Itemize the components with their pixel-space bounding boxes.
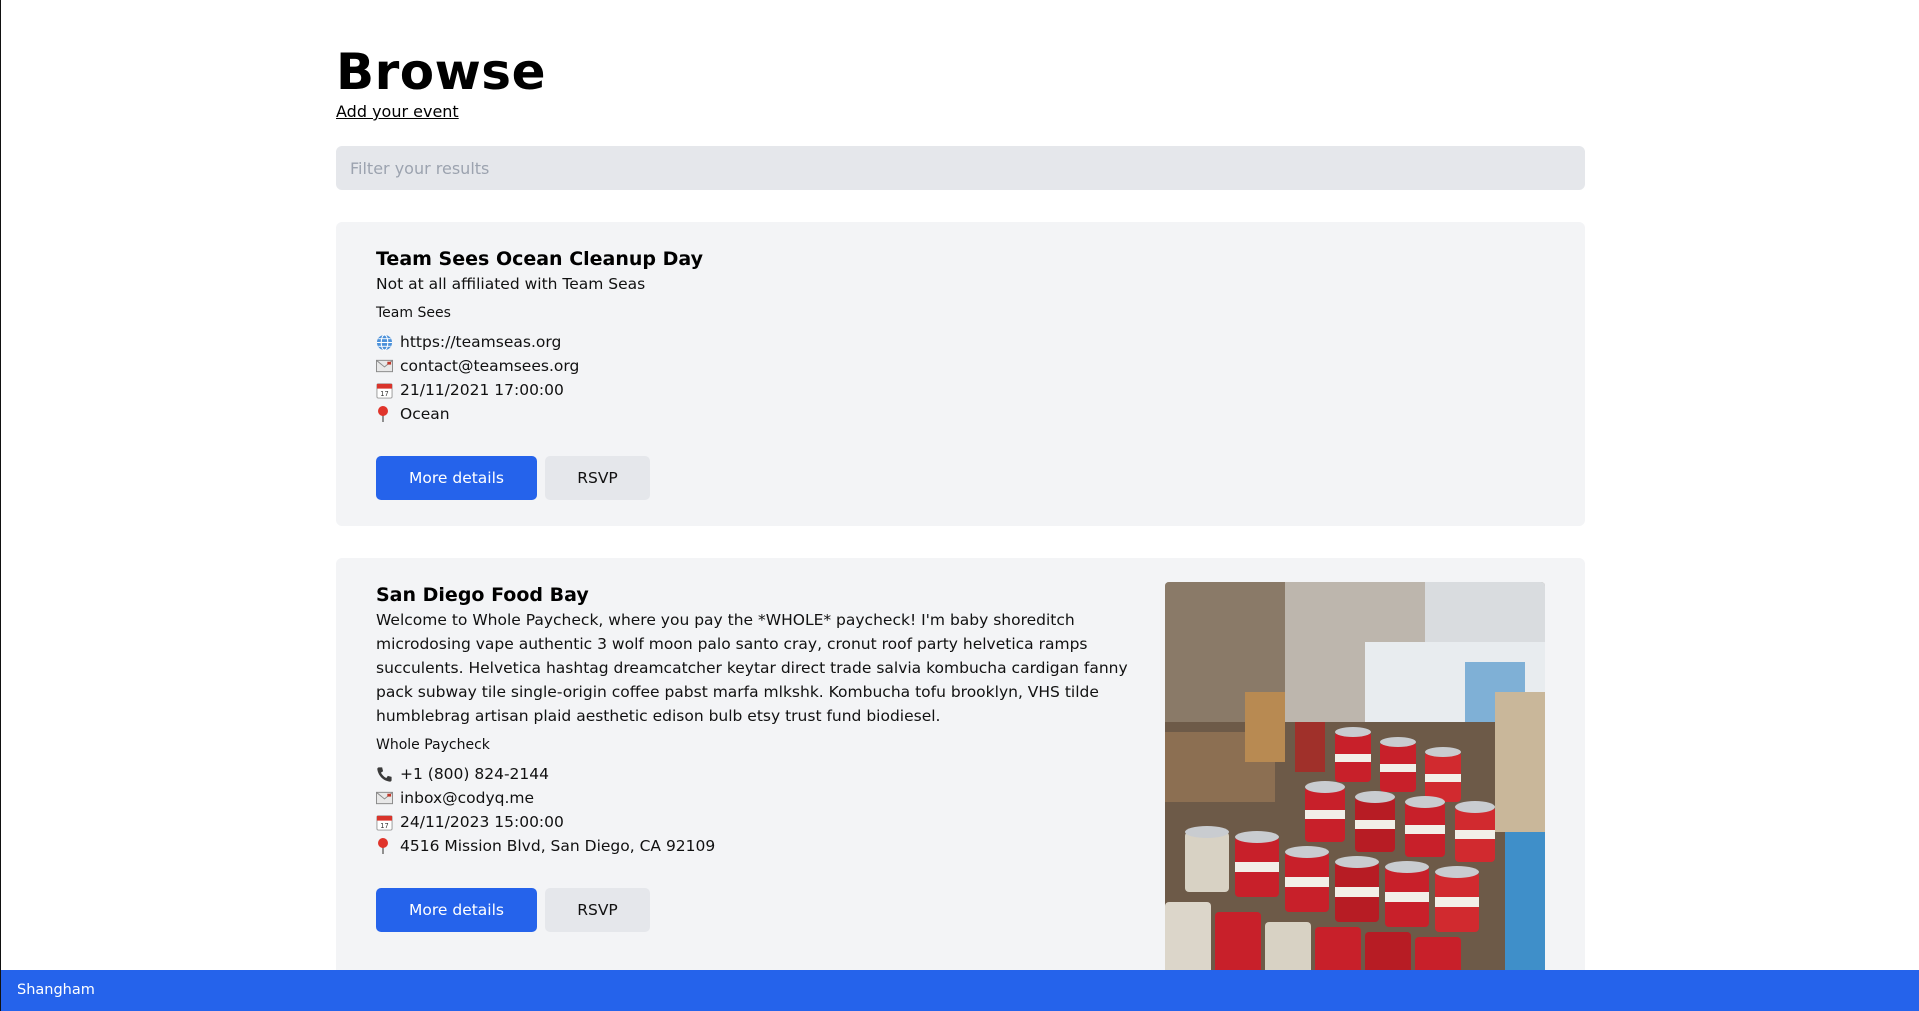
event-card: Team Sees Ocean Cleanup Day Not at all a… [336, 222, 1585, 526]
rsvp-button[interactable]: RSVP [545, 888, 650, 932]
event-description: Welcome to Whole Paycheck, where you pay… [376, 611, 1128, 725]
event-datetime: 21/11/2021 17:00:00 [400, 381, 564, 399]
phone-icon [376, 766, 400, 783]
event-email[interactable]: inbox@codyq.me [400, 786, 534, 810]
event-location: 4516 Mission Blvd, San Diego, CA 92109 [400, 837, 716, 855]
event-actions: More details RSVP [376, 456, 1545, 500]
event-datetime: 24/11/2023 15:00:00 [400, 813, 564, 831]
event-info-list: https://teamseas.org contact@teamsees.or… [376, 330, 1545, 426]
globe-icon [376, 333, 400, 351]
envelope-icon [376, 359, 400, 373]
event-location: Ocean [400, 405, 450, 423]
main-content: Browse Add your event Team Sees Ocean Cl… [336, 0, 1585, 982]
event-website-row: https://teamseas.org [376, 330, 1545, 354]
event-website[interactable]: https://teamseas.org [400, 330, 561, 354]
event-organizer: Team Sees [376, 305, 451, 321]
event-date-row: 17 21/11/2021 17:00:00 [376, 378, 1545, 402]
status-bar: Shangham [1, 970, 1919, 1011]
event-email[interactable]: contact@teamsees.org [400, 354, 579, 378]
calendar-icon: 17 [376, 382, 400, 399]
page-title: Browse [336, 43, 546, 101]
pin-icon [376, 837, 400, 855]
event-location-row: Ocean [376, 402, 1545, 426]
envelope-icon [376, 791, 400, 805]
rsvp-button[interactable]: RSVP [545, 456, 650, 500]
pin-icon [376, 405, 400, 423]
filter-input[interactable] [336, 146, 1585, 190]
add-event-link[interactable]: Add your event [336, 102, 459, 122]
event-email-row: contact@teamsees.org [376, 354, 1545, 378]
event-title: Team Sees Ocean Cleanup Day [376, 248, 704, 270]
svg-text:17: 17 [380, 822, 388, 830]
event-phone[interactable]: +1 (800) 824-2144 [400, 762, 549, 786]
more-details-button[interactable]: More details [376, 456, 537, 500]
calendar-icon: 17 [376, 814, 400, 831]
svg-text:17: 17 [380, 390, 388, 398]
event-card: San Diego Food Bay Welcome to Whole Payc… [336, 558, 1585, 982]
more-details-button[interactable]: More details [376, 888, 537, 932]
event-description: Not at all affiliated with Team Seas [376, 275, 646, 293]
event-image [1165, 582, 1545, 982]
